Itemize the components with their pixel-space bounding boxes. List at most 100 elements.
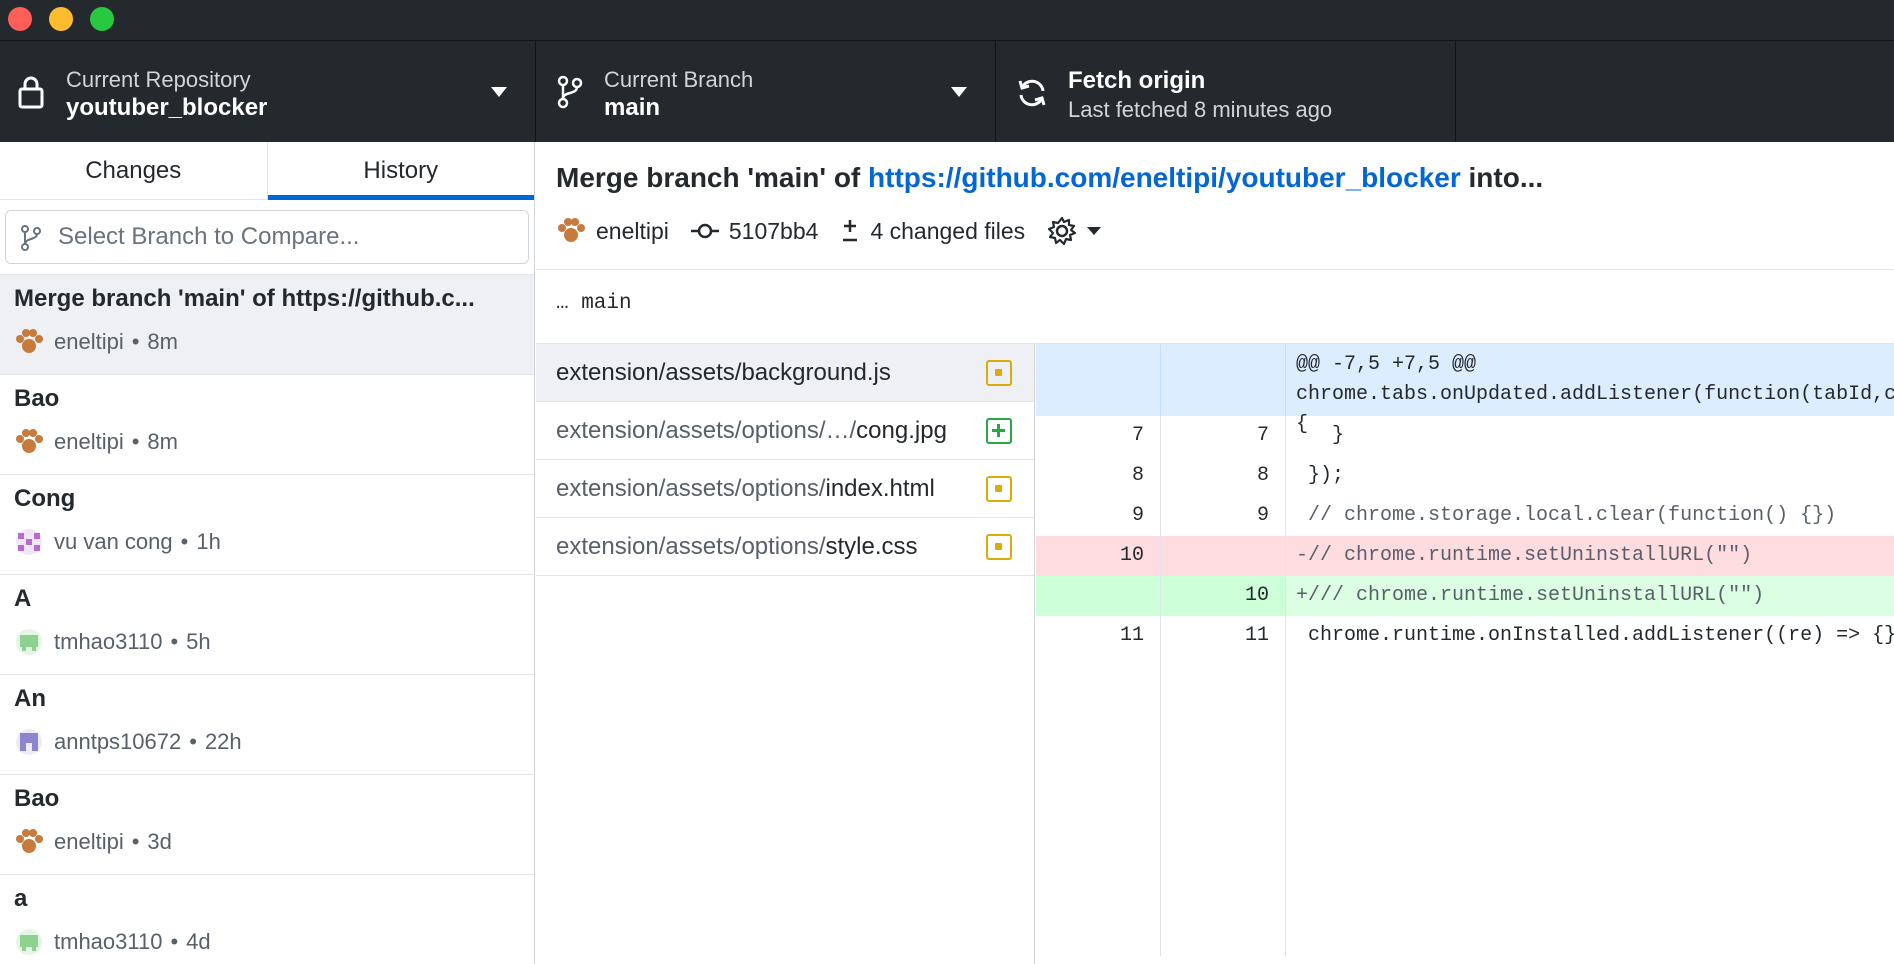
file-list-item[interactable]: extension/assets/options/index.html bbox=[536, 460, 1034, 518]
diff-line[interactable]: 7 7 } bbox=[1036, 416, 1894, 456]
diff-settings-button[interactable] bbox=[1047, 216, 1111, 246]
commit-title: An bbox=[14, 685, 46, 712]
branch-line: … main bbox=[556, 292, 632, 315]
commit-list-item[interactable]: Bao eneltipi • 3d bbox=[0, 775, 534, 875]
diff-line[interactable]: 11 11 chrome.runtime.onInstalled.addList… bbox=[1036, 616, 1894, 656]
commit-list-item[interactable]: Bao eneltipi • 8m bbox=[0, 375, 534, 475]
branch-compare-input[interactable] bbox=[58, 221, 518, 253]
commit-detail: Merge branch 'main' of https://github.co… bbox=[536, 142, 1894, 964]
new-line-number: 8 bbox=[1161, 456, 1286, 496]
file-name: cong.jpg bbox=[856, 417, 947, 444]
current-repository-button[interactable]: Current Repository youtuber_blocker bbox=[0, 41, 536, 142]
separator: • bbox=[180, 529, 189, 554]
avatar bbox=[16, 929, 42, 955]
commit-summary-meta: eneltipi 5107bb4 4 changed files bbox=[556, 216, 1133, 246]
commit-list-item[interactable]: A tmhao3110 • 5h bbox=[0, 575, 534, 675]
avatar bbox=[16, 629, 42, 655]
new-line-number: 10 bbox=[1161, 576, 1286, 616]
diff-line-text: +/// chrome.runtime.setUninstallURL("") bbox=[1296, 584, 1765, 607]
gear-icon bbox=[1048, 216, 1077, 246]
commit-age: 1h bbox=[196, 529, 221, 554]
commit-meta: tmhao3110 • 4d bbox=[14, 927, 211, 957]
commit-list-item[interactable]: An anntps10672 • 22h bbox=[0, 675, 534, 775]
current-branch-button[interactable]: Current Branch main bbox=[536, 41, 996, 142]
commit-title-suffix: into... bbox=[1460, 162, 1544, 193]
diff-line-text: // chrome.storage.local.clear(function()… bbox=[1296, 504, 1837, 527]
diff-gutter-fill bbox=[1036, 656, 1894, 956]
close-window-button[interactable] bbox=[8, 7, 32, 31]
file-path: extension/assets/options/style.css bbox=[556, 533, 918, 561]
commit-meta: eneltipi • 8m bbox=[14, 327, 178, 357]
fetch-origin-button[interactable]: Fetch origin Last fetched 8 minutes ago bbox=[996, 41, 1456, 142]
file-list-item[interactable]: extension/assets/background.js bbox=[536, 344, 1034, 402]
commit-author: eneltipi bbox=[54, 829, 124, 854]
sync-icon bbox=[1018, 79, 1046, 107]
last-fetched-text: Last fetched 8 minutes ago bbox=[1068, 97, 1333, 122]
commit-summary-title: Merge branch 'main' of https://github.co… bbox=[556, 162, 1543, 194]
old-line-number: 7 bbox=[1036, 416, 1161, 456]
separator: • bbox=[170, 929, 179, 954]
changed-files-info: 4 changed files bbox=[840, 218, 1025, 245]
commit-title: A bbox=[14, 585, 32, 612]
diff-hunk-header: @@ -7,5 +7,5 @@ chrome.tabs.onUpdated.ad… bbox=[1036, 344, 1894, 436]
separator: • bbox=[170, 629, 179, 654]
commit-age: 5h bbox=[186, 629, 211, 654]
tab-history[interactable]: History bbox=[266, 142, 535, 200]
toolbar: Current Repository youtuber_blocker Curr… bbox=[0, 40, 1894, 142]
diff-line[interactable]: 9 9 // chrome.storage.local.clear(functi… bbox=[1036, 496, 1894, 536]
diff-line-deleted[interactable]: 10 -// chrome.runtime.setUninstallURL(""… bbox=[1036, 536, 1894, 576]
diff-line-text: } bbox=[1296, 424, 1345, 447]
file-added-icon bbox=[986, 418, 1012, 444]
file-list-item[interactable]: extension/assets/options/…/cong.jpg bbox=[536, 402, 1034, 460]
old-line-number: 8 bbox=[1036, 456, 1161, 496]
branch-info: … main bbox=[536, 270, 1894, 344]
new-gutter bbox=[1161, 656, 1286, 956]
commit-title-link[interactable]: https://github.com/eneltipi/youtuber_blo… bbox=[868, 162, 1461, 193]
diff-line-added[interactable]: 10 +/// chrome.runtime.setUninstallURL("… bbox=[1036, 576, 1894, 616]
commit-author: tmhao3110 bbox=[54, 629, 163, 654]
separator: • bbox=[131, 329, 140, 354]
commit-author: eneltipi bbox=[54, 429, 124, 454]
window-titlebar bbox=[0, 0, 1894, 40]
file-modified-icon bbox=[986, 360, 1012, 386]
commit-author-info: eneltipi bbox=[556, 216, 669, 246]
avatar bbox=[16, 529, 42, 555]
branch-compare-field[interactable] bbox=[5, 210, 529, 264]
commit-list-item[interactable]: Cong vu van cong • 1h bbox=[0, 475, 534, 575]
git-commit-icon bbox=[690, 223, 719, 239]
commit-title: Cong bbox=[14, 485, 76, 512]
diff-line[interactable]: 8 8 }); bbox=[1036, 456, 1894, 496]
commit-author: tmhao3110 bbox=[54, 929, 163, 954]
diff-line-text: -// chrome.runtime.setUninstallURL("") bbox=[1296, 544, 1753, 567]
file-modified-icon bbox=[986, 476, 1012, 502]
commit-age: 8m bbox=[147, 429, 178, 454]
branch-label: Current Branch bbox=[604, 67, 754, 92]
commit-summary: Merge branch 'main' of https://github.co… bbox=[536, 142, 1894, 270]
fetch-title: Fetch origin bbox=[1068, 67, 1206, 94]
tab-changes[interactable]: Changes bbox=[0, 142, 267, 199]
commit-list-item[interactable]: a tmhao3110 • 4d bbox=[0, 875, 534, 964]
repository-name: youtuber_blocker bbox=[66, 94, 268, 121]
commit-age: 4d bbox=[186, 929, 211, 954]
avatar bbox=[16, 829, 43, 853]
sidebar-tabs: Changes History bbox=[0, 142, 534, 200]
file-list-item[interactable]: extension/assets/options/style.css bbox=[536, 518, 1034, 576]
commit-sha-info[interactable]: 5107bb4 bbox=[690, 217, 819, 245]
commit-sha: 5107bb4 bbox=[728, 217, 819, 244]
avatar bbox=[16, 429, 43, 453]
file-path: extension/assets/options/index.html bbox=[556, 475, 935, 503]
new-line-number: 7 bbox=[1161, 416, 1286, 456]
zoom-window-button[interactable] bbox=[90, 7, 114, 31]
file-name: index.html bbox=[825, 475, 935, 502]
commit-title-prefix: Merge branch 'main' of bbox=[556, 162, 869, 193]
avatar bbox=[16, 729, 42, 755]
commit-list: Merge branch 'main' of https://github.c.… bbox=[0, 274, 534, 964]
file-path: extension/assets/options/…/cong.jpg bbox=[556, 417, 947, 445]
minimize-window-button[interactable] bbox=[49, 7, 73, 31]
diff-line-text: }); bbox=[1296, 464, 1345, 487]
file-dir: extension/assets/options/ bbox=[556, 533, 826, 560]
empty-code-area bbox=[1286, 656, 1894, 956]
new-line-number bbox=[1161, 344, 1286, 416]
commit-list-item[interactable]: Merge branch 'main' of https://github.c.… bbox=[0, 275, 534, 375]
old-line-number: 9 bbox=[1036, 496, 1161, 536]
